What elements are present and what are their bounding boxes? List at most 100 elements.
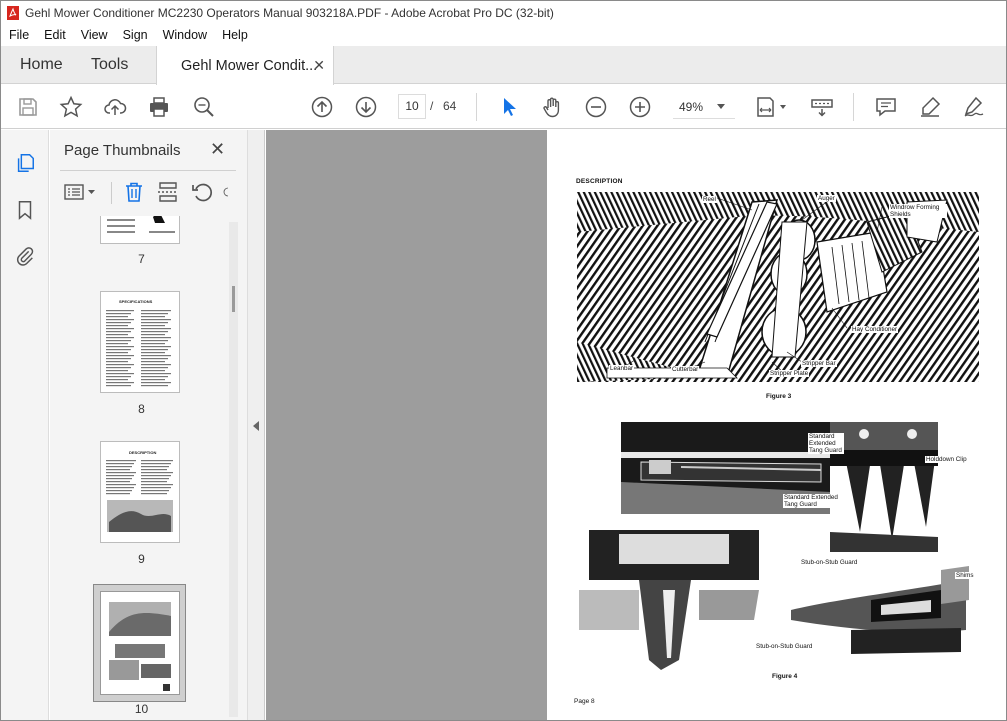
hand-tool-button[interactable] (539, 94, 565, 120)
zoom-out-button[interactable] (583, 94, 609, 120)
arrow-up-circle-icon (311, 96, 333, 118)
menu-view[interactable]: View (73, 28, 115, 42)
thumbnail-text-line (106, 484, 136, 486)
pages-icon (17, 154, 34, 172)
thumbnail-text-line (106, 475, 134, 477)
rotate-counterclockwise-button[interactable] (190, 180, 214, 204)
thumbnail-text-line (141, 361, 165, 363)
page-heading: DESCRIPTION (576, 178, 623, 185)
thumbnail-text-line (141, 346, 171, 348)
collapse-panel-arrow-icon[interactable] (253, 421, 259, 431)
thumbnail-text-line (106, 325, 128, 327)
fig4-label-standard-extended-tang-guard-top: Standard Extended Tang Guard (808, 433, 844, 454)
thumbnail-text-line (106, 352, 128, 354)
menu-help[interactable]: Help (214, 28, 255, 42)
fig4-label-stub-on-stub-guard-bottom: Stub-on-Stub Guard (755, 643, 814, 650)
thumbnail-page-7[interactable] (100, 216, 180, 244)
thumbnail-page-9[interactable]: DESCRIPTION (100, 441, 180, 543)
tab-tools[interactable]: Tools (91, 46, 128, 84)
thumbnail-scrollbar-thumb[interactable] (232, 286, 235, 312)
tab-document[interactable]: Gehl Mower Condit... ✕ (156, 46, 334, 85)
highlight-button[interactable] (917, 94, 943, 120)
thumbnail-text-line (141, 493, 167, 495)
thumbnail-text-line (141, 310, 171, 312)
panel-splitter[interactable] (247, 130, 265, 720)
page-display-button[interactable] (753, 94, 791, 120)
insert-page-button[interactable] (156, 180, 180, 204)
thumbnail-text-line (141, 487, 171, 489)
find-zoom-button[interactable] (191, 94, 217, 120)
keyboard-scroll-icon (811, 99, 833, 117)
thumbnail-text-line (106, 331, 131, 333)
thumbnail-label-9: 9 (138, 552, 145, 566)
thumbnail-text-line (106, 328, 134, 330)
bookmarks-nav-button[interactable] (13, 198, 37, 222)
thumbnail-text-line (106, 376, 131, 378)
main-toolbar: 10 / 64 49% (1, 85, 1006, 129)
thumbnail-text-line (106, 358, 131, 360)
menu-file[interactable]: File (1, 28, 36, 42)
page-thumbnails-nav-button[interactable] (13, 151, 37, 175)
thumbnail-page-10[interactable] (100, 591, 180, 695)
thumbnail-text-line (141, 319, 171, 321)
fig3-label-leanbar: Leanbar (609, 365, 635, 372)
menu-window[interactable]: Window (155, 28, 214, 42)
rotate-clockwise-button[interactable] (222, 180, 234, 204)
fig3-label-hay-conditioner: Hay Conditioner (851, 326, 899, 333)
cursor-arrow-icon (504, 98, 516, 116)
thumbnail-text-line (141, 352, 165, 354)
thumbnail-text-line (106, 322, 131, 324)
delete-pages-button[interactable] (122, 180, 146, 204)
acrobat-window: Gehl Mower Conditioner MC2230 Operators … (0, 0, 1007, 721)
scroll-mode-button[interactable] (809, 94, 835, 120)
document-view[interactable]: DESCRIPTION Reel Auger Windrow Forming S… (266, 130, 1006, 720)
thumbnail-text-line (141, 316, 165, 318)
thumbnail-text-line (141, 322, 168, 324)
printer-icon (150, 97, 168, 117)
figure-4-caption: Figure 4 (772, 673, 798, 680)
comment-button[interactable] (873, 94, 899, 120)
upload-button[interactable] (102, 94, 128, 120)
save-button[interactable] (15, 94, 41, 120)
previous-page-button[interactable] (309, 94, 335, 120)
navigation-rail (1, 130, 49, 720)
thumbnail-text-line (141, 373, 171, 375)
minus-circle-icon (585, 96, 607, 118)
thumbnail-text-line (106, 310, 134, 312)
print-button[interactable] (146, 94, 172, 120)
toolbar-divider (853, 93, 854, 121)
thumbnail-text-line (141, 490, 169, 492)
save-icon (19, 98, 37, 116)
close-panel-icon[interactable]: ✕ (210, 139, 225, 160)
thumbnail-text-line (106, 337, 134, 339)
thumbnail-text-line (106, 334, 128, 336)
zoom-in-button[interactable] (627, 94, 653, 120)
thumbnail-page-10-preview (109, 602, 171, 691)
thumbnail-text-line (141, 340, 168, 342)
close-tab-icon[interactable]: ✕ (313, 57, 325, 74)
select-tool-button[interactable] (496, 94, 522, 120)
plus-circle-icon (629, 96, 651, 118)
fig4-label-shims: Shims (955, 572, 975, 579)
bookmark-star-button[interactable] (58, 94, 84, 120)
thumbnail-text-line (141, 478, 169, 480)
thumbnail-text-line (141, 328, 171, 330)
tab-home[interactable]: Home (20, 46, 63, 84)
rotate-left-icon (192, 183, 212, 202)
next-page-button[interactable] (353, 94, 379, 120)
menu-sign[interactable]: Sign (115, 28, 155, 42)
thumbnail-text-line (106, 355, 134, 357)
sign-button[interactable] (961, 94, 987, 120)
figure-4-stub-on-stub-photo (791, 560, 981, 660)
thumbnail-label-8: 8 (138, 402, 145, 416)
thumbnail-options-button[interactable] (62, 180, 98, 204)
thumbnail-text-line (141, 358, 168, 360)
menu-edit[interactable]: Edit (36, 28, 73, 42)
thumbnail-page-8[interactable]: SPECIFICATIONS (100, 291, 180, 393)
zoom-level-dropdown[interactable]: 49% (673, 94, 735, 119)
pdf-page: DESCRIPTION Reel Auger Windrow Forming S… (547, 130, 1006, 720)
highlighter-pen-icon (921, 96, 941, 117)
attachments-nav-button[interactable] (13, 244, 37, 268)
page-number-input[interactable]: 10 (398, 94, 426, 119)
thumbnail-label-10: 10 (134, 702, 149, 716)
